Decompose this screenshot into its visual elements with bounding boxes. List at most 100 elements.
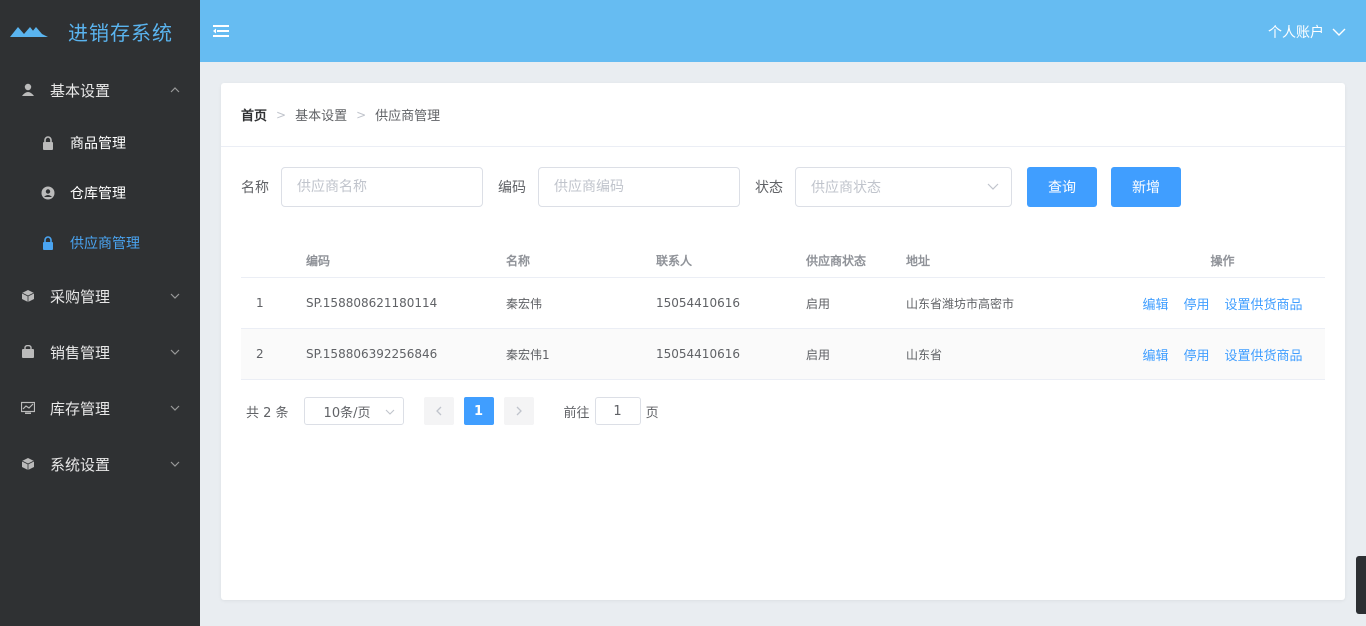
column-header: 操作 xyxy=(1210,253,1235,268)
pagination-total: 共 2 条 xyxy=(246,405,289,421)
pagination: 共 2 条 10条/页 1 前往 页 xyxy=(246,397,659,425)
disable-link[interactable]: 停用 xyxy=(1183,345,1209,364)
supplier-table: 编码 名称 联系人 供应商状态 地址 操作 1 SP.1588086211801… xyxy=(241,243,1325,380)
chevron-down-icon xyxy=(1332,28,1346,36)
chevron-down-icon xyxy=(170,349,180,355)
user-circle-icon xyxy=(40,185,56,201)
column-header: 名称 xyxy=(506,253,531,268)
goto-page-input[interactable] xyxy=(594,397,641,425)
status-select-placeholder: 供应商状态 xyxy=(811,180,881,196)
supplier-contact: 15054410616 xyxy=(656,347,740,361)
box-icon xyxy=(20,288,36,304)
menu-group-sales[interactable]: 销售管理 xyxy=(0,324,200,380)
top-header: 个人账户 xyxy=(200,0,1366,62)
menu-group-label: 基本设置 xyxy=(50,81,111,100)
set-goods-link[interactable]: 设置供货商品 xyxy=(1225,294,1303,313)
floating-side-widget[interactable] xyxy=(1356,556,1366,614)
supplier-status: 启用 xyxy=(806,296,831,311)
menu-toggle-icon[interactable] xyxy=(212,22,230,40)
column-header: 编码 xyxy=(306,253,331,268)
table-row: 2 SP.158806392256846 秦宏伟1 15054410616 启用… xyxy=(241,329,1325,380)
status-filter-select[interactable]: 供应商状态 xyxy=(795,167,1012,207)
sidebar-item-label: 供应商管理 xyxy=(70,236,140,252)
next-page-button[interactable] xyxy=(503,397,534,425)
main-card: 首页 > 基本设置 > 供应商管理 名称 编码 状态 供应商状态 查询 新增 编… xyxy=(221,83,1345,600)
chevron-left-icon xyxy=(435,406,442,416)
lock-icon xyxy=(40,235,56,251)
page-size-select[interactable]: 10条/页 xyxy=(303,397,404,425)
row-index: 1 xyxy=(256,296,264,310)
account-menu[interactable]: 个人账户 xyxy=(1268,22,1346,42)
menu-group-system[interactable]: 系统设置 xyxy=(0,436,200,492)
table-row: 1 SP.158808621180114 秦宏伟 15054410616 启用 … xyxy=(241,278,1325,329)
account-label: 个人账户 xyxy=(1268,25,1324,41)
column-header: 地址 xyxy=(906,253,931,268)
breadcrumb-current: 供应商管理 xyxy=(375,109,441,124)
row-actions: 编辑 停用 设置供货商品 xyxy=(1120,294,1325,313)
menu-group-label: 库存管理 xyxy=(50,399,111,418)
edit-link[interactable]: 编辑 xyxy=(1142,345,1168,364)
chevron-down-icon xyxy=(170,461,180,467)
add-button[interactable]: 新增 xyxy=(1111,167,1181,207)
code-filter-input[interactable] xyxy=(538,167,740,207)
page-number-current[interactable]: 1 xyxy=(463,397,494,425)
page-size-value: 10条/页 xyxy=(323,405,371,421)
menu-group-label: 采购管理 xyxy=(50,287,111,306)
supplier-contact: 15054410616 xyxy=(656,296,740,310)
name-filter-label: 名称 xyxy=(241,180,269,196)
supplier-code: SP.158808621180114 xyxy=(306,296,438,310)
status-filter-label: 状态 xyxy=(755,180,783,196)
set-goods-link[interactable]: 设置供货商品 xyxy=(1225,345,1303,364)
edit-link[interactable]: 编辑 xyxy=(1142,294,1168,313)
chevron-down-icon xyxy=(385,409,394,415)
name-filter-input[interactable] xyxy=(281,167,483,207)
column-header: 联系人 xyxy=(656,253,693,268)
breadcrumb-separator-icon: > xyxy=(276,107,287,122)
row-index: 2 xyxy=(256,347,264,361)
supplier-name: 秦宏伟 xyxy=(506,296,543,311)
breadcrumb: 首页 > 基本设置 > 供应商管理 xyxy=(221,83,1345,147)
supplier-name: 秦宏伟1 xyxy=(506,347,550,362)
chevron-down-icon xyxy=(987,183,999,190)
breadcrumb-basic-settings: 基本设置 xyxy=(295,109,348,124)
sidebar-item-label: 商品管理 xyxy=(70,136,126,152)
supplier-status: 启用 xyxy=(806,347,831,362)
chart-icon xyxy=(20,400,36,416)
filter-bar: 名称 编码 状态 供应商状态 查询 新增 xyxy=(241,167,1325,207)
supplier-address: 山东省潍坊市高密市 xyxy=(906,296,1015,311)
disable-link[interactable]: 停用 xyxy=(1183,294,1209,313)
chevron-up-icon xyxy=(170,87,180,93)
page-suffix-label: 页 xyxy=(645,405,659,421)
prev-page-button[interactable] xyxy=(423,397,454,425)
sidebar-item-goods[interactable]: 商品管理 xyxy=(0,118,200,168)
menu-group-label: 销售管理 xyxy=(50,343,111,362)
sidebar: 进销存系统 基本设置 商品管理 仓库管理 供应商管理 采购管理 销售管理 库存管… xyxy=(0,0,200,626)
logo-mark-icon xyxy=(10,27,48,37)
sidebar-item-supplier[interactable]: 供应商管理 xyxy=(0,218,200,268)
query-button[interactable]: 查询 xyxy=(1027,167,1097,207)
chevron-right-icon xyxy=(516,406,522,416)
lock-icon xyxy=(40,135,56,151)
bag-icon xyxy=(20,344,36,360)
table-header: 编码 名称 联系人 供应商状态 地址 操作 xyxy=(241,243,1325,278)
user-icon xyxy=(20,82,36,98)
code-filter-label: 编码 xyxy=(498,180,526,196)
breadcrumb-home[interactable]: 首页 xyxy=(241,105,267,124)
app-logo: 进销存系统 xyxy=(0,0,200,62)
menu-group-purchase[interactable]: 采购管理 xyxy=(0,268,200,324)
row-actions: 编辑 停用 设置供货商品 xyxy=(1120,345,1325,364)
goto-label: 前往 xyxy=(563,405,590,421)
sidebar-item-warehouse[interactable]: 仓库管理 xyxy=(0,168,200,218)
box-icon xyxy=(20,456,36,472)
menu-group-inventory[interactable]: 库存管理 xyxy=(0,380,200,436)
chevron-down-icon xyxy=(170,293,180,299)
menu-group-label: 系统设置 xyxy=(50,455,111,474)
app-title: 进销存系统 xyxy=(68,20,173,45)
sidebar-item-label: 仓库管理 xyxy=(70,186,126,202)
chevron-down-icon xyxy=(170,405,180,411)
supplier-address: 山东省 xyxy=(906,347,943,362)
column-header: 供应商状态 xyxy=(806,253,867,268)
supplier-code: SP.158806392256846 xyxy=(306,347,438,361)
breadcrumb-separator-icon: > xyxy=(356,107,367,122)
menu-group-basic-settings[interactable]: 基本设置 xyxy=(0,62,200,118)
